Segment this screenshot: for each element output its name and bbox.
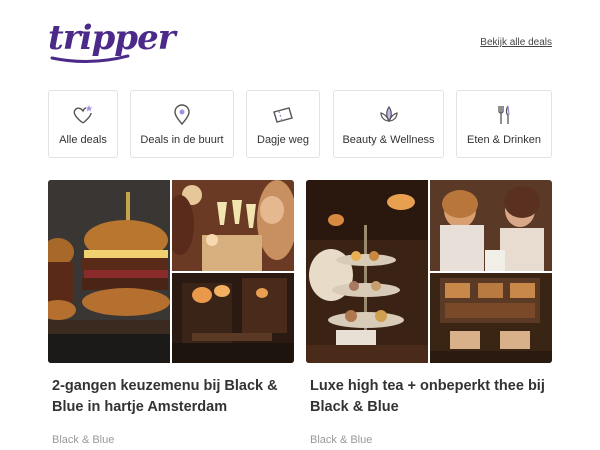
category-bar: Alle deals Deals in de buurt Dagje weg B…: [48, 90, 552, 158]
header: tripper Bekijk alle deals: [48, 18, 552, 66]
deal-vendor: Black & Blue: [310, 434, 373, 446]
deal-title[interactable]: Luxe high tea + onbeperkt thee bij Black…: [310, 376, 548, 418]
category-label: Deals in de buurt: [140, 134, 224, 146]
category-label: Dagje weg: [257, 134, 309, 146]
deal-image-collage: [306, 180, 552, 363]
category-all-deals[interactable]: Alle deals: [48, 90, 118, 158]
friends-drinking-tea-photo: [430, 180, 552, 271]
category-label: Eten & Drinken: [467, 134, 541, 146]
category-nearby-deals[interactable]: Deals in de buurt: [130, 90, 234, 158]
deal-card-black-blue-menu[interactable]: 2-gangen keuzemenu bij Black & Blue in h…: [48, 180, 294, 450]
high-tea-stand-photo: [306, 180, 428, 363]
location-pin-icon: [174, 104, 190, 126]
logo-swoosh-icon: [50, 54, 130, 64]
category-food-drinks[interactable]: Eten & Drinken: [456, 90, 552, 158]
ticket-icon: [273, 107, 293, 123]
deal-image-collage: [48, 180, 294, 363]
tripper-logo[interactable]: tripper: [48, 18, 176, 58]
lounge-interior-photo: [430, 273, 552, 363]
category-label: Beauty & Wellness: [342, 134, 435, 146]
restaurant-interior-photo: [172, 273, 294, 363]
burger-photo: [48, 180, 170, 363]
category-day-out[interactable]: Dagje weg: [246, 90, 320, 158]
heart-star-icon: [73, 105, 93, 124]
deal-vendor: Black & Blue: [52, 434, 115, 446]
lotus-icon: [379, 105, 398, 123]
champagne-toast-photo: [172, 180, 294, 271]
fork-knife-icon: [498, 105, 510, 124]
all-deals-link[interactable]: Bekijk alle deals: [480, 37, 552, 48]
deal-card-black-blue-high-tea[interactable]: Luxe high tea + onbeperkt thee bij Black…: [306, 180, 552, 450]
category-label: Alle deals: [59, 134, 107, 146]
category-beauty-wellness[interactable]: Beauty & Wellness: [333, 90, 444, 158]
deal-title[interactable]: 2-gangen keuzemenu bij Black & Blue in h…: [52, 376, 290, 418]
